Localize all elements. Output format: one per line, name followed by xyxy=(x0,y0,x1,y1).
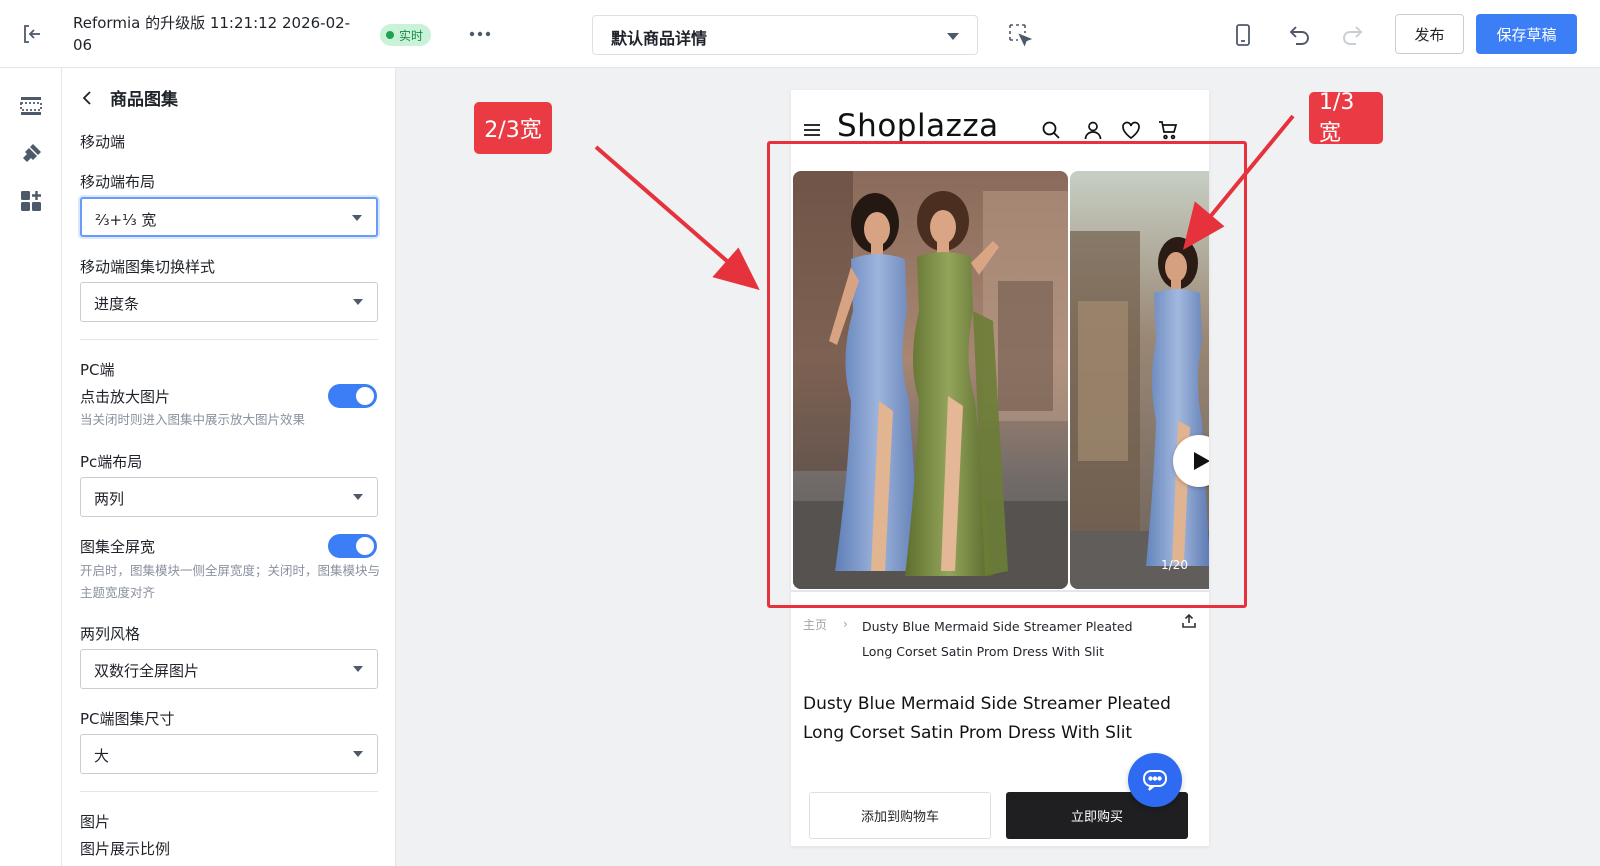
product-gallery[interactable]: 1/20 xyxy=(791,171,1209,591)
image-section-heading: 图片 xyxy=(80,813,111,831)
save-draft-button[interactable]: 保存草稿 xyxy=(1476,14,1577,54)
pc-size-label: PC端图集尺寸 xyxy=(80,710,175,728)
two-col-style-label: 两列风格 xyxy=(80,625,141,643)
breadcrumb-current: Dusty Blue Mermaid Side Streamer Pleated… xyxy=(862,619,1133,659)
annotation-tag-one-third: 1/3宽 xyxy=(1309,90,1383,146)
two-col-style-select[interactable]: 双数行全屏图片 xyxy=(80,649,378,689)
select-element-icon[interactable] xyxy=(1007,22,1033,48)
theme-title: Reformia 的升级版 11:21:12 2026-02-06 xyxy=(73,14,351,54)
brush-icon[interactable] xyxy=(19,142,43,166)
back-chevron-icon xyxy=(82,90,91,105)
fullwidth-toggle[interactable] xyxy=(328,534,377,558)
image-ratio-label: 图片展示比例 xyxy=(80,840,171,858)
mobile-layout-label: 移动端布局 xyxy=(80,173,156,191)
gallery-progress-bar xyxy=(791,590,1209,592)
mobile-layout-select[interactable]: ⅔+⅓ 宽 xyxy=(80,197,378,237)
annotation-tag-two-thirds: 2/3宽 xyxy=(474,102,552,154)
mobile-switch-value: 进度条 xyxy=(94,295,140,313)
live-badge: 实时 xyxy=(380,24,432,46)
menu-icon[interactable] xyxy=(803,122,821,138)
chevron-down-icon xyxy=(947,33,959,40)
breadcrumb-separator: › xyxy=(843,617,848,631)
mobile-device-icon[interactable] xyxy=(1230,22,1256,48)
mobile-layout-value: ⅔+⅓ 宽 xyxy=(95,211,157,229)
heart-icon[interactable] xyxy=(1121,120,1141,140)
left-rail xyxy=(0,68,62,866)
chat-icon xyxy=(1143,770,1167,791)
pc-section-heading: PC端 xyxy=(80,361,115,379)
pc-layout-select[interactable]: 两列 xyxy=(80,477,378,517)
two-col-style-value: 双数行全屏图片 xyxy=(94,662,200,680)
pc-layout-label: Pc端布局 xyxy=(80,453,143,471)
toggle-knob xyxy=(356,537,374,555)
publish-button[interactable]: 发布 xyxy=(1395,14,1464,54)
live-dot-icon xyxy=(386,31,394,39)
zoom-help: 当关闭时则进入图集中展示放大图片效果 xyxy=(80,412,306,427)
layout-icon[interactable] xyxy=(19,94,43,118)
breadcrumb-home[interactable]: 主页 xyxy=(803,616,827,633)
product-title: Dusty Blue Mermaid Side Streamer Pleated… xyxy=(803,694,1171,743)
add-to-cart-button[interactable]: 添加到购物车 xyxy=(809,792,991,839)
pc-size-value: 大 xyxy=(94,747,110,765)
share-icon[interactable] xyxy=(1181,613,1197,629)
play-icon xyxy=(1194,452,1209,470)
undo-icon[interactable] xyxy=(1286,22,1312,48)
redo-icon[interactable] xyxy=(1340,22,1366,48)
page-template-select[interactable]: 默认商品详情 xyxy=(592,15,978,55)
chevron-down-icon xyxy=(353,494,363,500)
pc-size-select[interactable]: 大 xyxy=(80,734,378,774)
search-icon[interactable] xyxy=(1041,120,1061,140)
chevron-down-icon xyxy=(353,299,363,305)
pc-layout-value: 两列 xyxy=(94,490,125,508)
chevron-down-icon xyxy=(352,215,362,221)
live-label: 实时 xyxy=(399,28,424,43)
shop-logo[interactable]: Shoplazza xyxy=(837,108,999,144)
product-image-main[interactable] xyxy=(793,171,1068,589)
page-template-value: 默认商品详情 xyxy=(611,29,708,48)
panel-back[interactable]: 商品图集 xyxy=(80,85,178,110)
components-icon[interactable] xyxy=(19,189,43,213)
mobile-switch-select[interactable]: 进度条 xyxy=(80,282,378,322)
chat-button[interactable] xyxy=(1128,753,1182,807)
divider xyxy=(80,791,378,792)
zoom-toggle[interactable] xyxy=(328,384,377,408)
toggle-knob xyxy=(356,387,374,405)
panel-title: 商品图集 xyxy=(110,90,178,110)
cart-icon[interactable] xyxy=(1158,120,1178,140)
exit-icon[interactable] xyxy=(20,22,44,46)
settings-panel: 商品图集 移动端 移动端布局 ⅔+⅓ 宽 移动端图集切换样式 进度条 PC端 点… xyxy=(62,68,396,866)
gallery-counter: 1/20 xyxy=(1161,558,1188,572)
chevron-down-icon xyxy=(353,751,363,757)
zoom-label: 点击放大图片 xyxy=(80,388,171,406)
mobile-section-heading: 移动端 xyxy=(80,133,126,151)
chevron-down-icon xyxy=(353,666,363,672)
mobile-switch-label: 移动端图集切换样式 xyxy=(80,258,216,276)
user-icon[interactable] xyxy=(1083,120,1103,140)
divider xyxy=(80,339,378,340)
fullwidth-label: 图集全屏宽 xyxy=(80,538,156,556)
fullwidth-help: 开启时，图集模块一侧全屏宽度；关闭时，图集模块与主题宽度对齐 xyxy=(80,563,381,600)
top-bar: Reformia 的升级版 11:21:12 2026-02-06 实时 默认商… xyxy=(0,0,1600,68)
more-icon[interactable] xyxy=(466,22,494,46)
product-image-secondary[interactable] xyxy=(1070,171,1209,589)
mobile-preview: Shoplazza 1/20 主页 › Dusty Blue Mermaid S… xyxy=(791,90,1209,846)
